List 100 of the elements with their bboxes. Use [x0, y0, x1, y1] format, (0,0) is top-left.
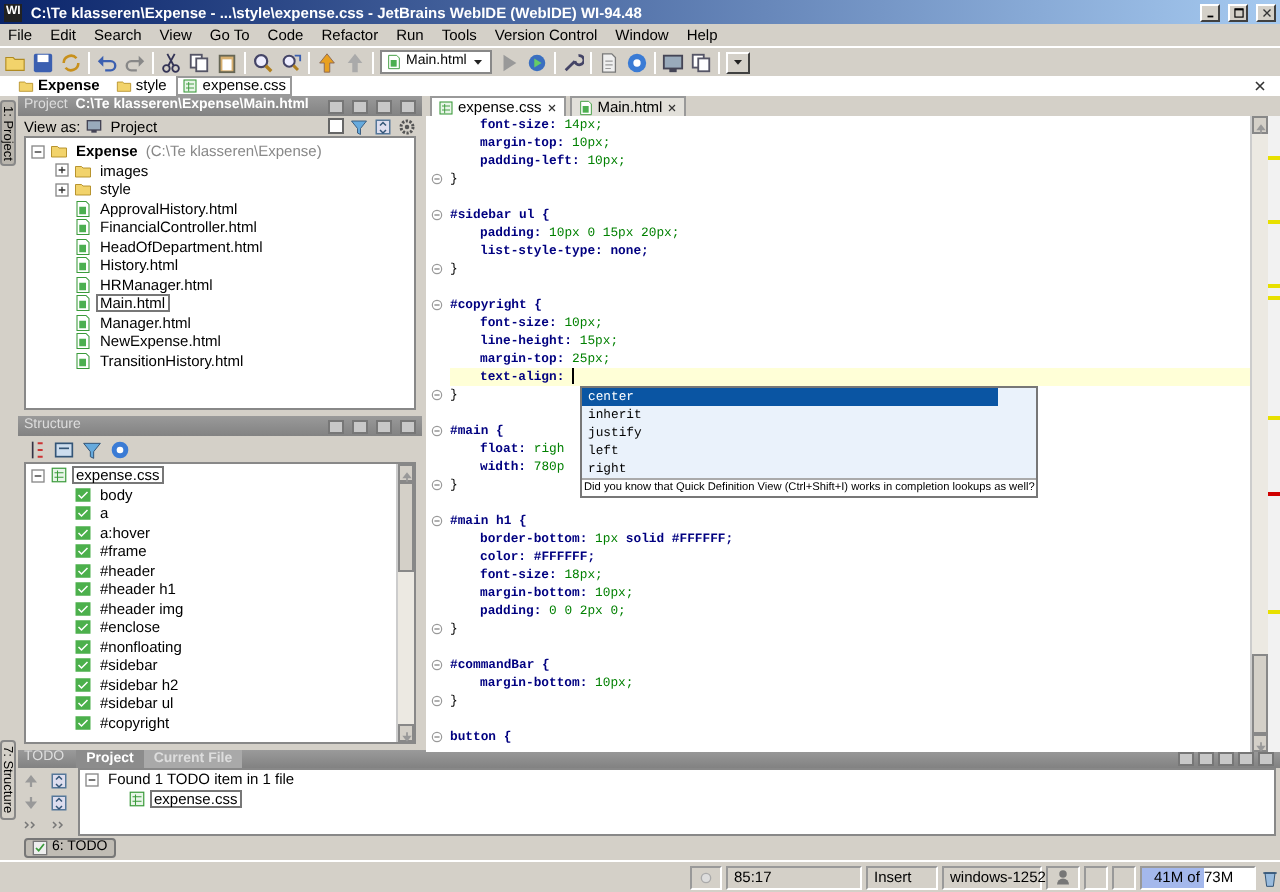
document-icon[interactable] — [598, 51, 621, 73]
scrollbar[interactable] — [396, 464, 414, 742]
save-icon[interactable] — [32, 51, 54, 73]
fold-marker-icon[interactable] — [430, 478, 444, 492]
html-file-icon — [74, 351, 92, 370]
help-icon[interactable] — [626, 51, 649, 73]
up-arrow-icon[interactable] — [344, 51, 366, 73]
close-icon[interactable] — [545, 101, 558, 113]
maximize-button[interactable] — [1228, 3, 1248, 21]
collapse-icon[interactable] — [84, 771, 100, 788]
html-file-icon — [74, 256, 92, 275]
scroll-up-button[interactable] — [1252, 116, 1268, 134]
scroll-up-button[interactable] — [398, 464, 414, 482]
css-rule-icon — [74, 504, 92, 523]
circle-icon — [698, 869, 714, 885]
css-rule-icon — [74, 637, 92, 656]
arrow-up-icon — [400, 469, 414, 484]
scroll-down-button[interactable] — [398, 724, 414, 742]
fold-marker-icon[interactable] — [430, 694, 444, 708]
search-icon[interactable] — [252, 51, 274, 73]
expand-all-icon[interactable] — [50, 772, 68, 790]
css-rule-icon — [74, 656, 92, 675]
trash-icon[interactable] — [1260, 867, 1280, 887]
arrow-up-icon — [1254, 121, 1268, 136]
scroll-thumb[interactable] — [1252, 654, 1268, 734]
monitor-icon[interactable] — [662, 51, 685, 73]
fold-marker-icon[interactable] — [430, 424, 444, 438]
html-file-icon — [74, 313, 92, 332]
minimize-button[interactable] — [1200, 3, 1220, 21]
css-file-icon — [50, 466, 68, 485]
css-rule-icon — [74, 485, 92, 504]
html-file-icon — [74, 218, 92, 237]
copy-icon[interactable] — [690, 51, 713, 73]
fields-icon[interactable] — [54, 439, 74, 459]
css-rule-icon — [74, 542, 92, 561]
collapse-all-icon[interactable] — [374, 117, 392, 135]
fold-marker-icon[interactable] — [430, 622, 444, 636]
html-file-icon — [74, 199, 92, 218]
redo-icon[interactable] — [124, 51, 146, 73]
css-rule-icon — [74, 694, 92, 713]
css-rule-icon — [74, 580, 92, 599]
css-rule-icon — [74, 675, 92, 694]
paste-icon[interactable] — [216, 51, 238, 73]
fold-marker-icon[interactable] — [430, 172, 444, 186]
settings-icon[interactable] — [398, 117, 416, 135]
undo-icon[interactable] — [96, 51, 118, 73]
collapse-all-icon[interactable] — [50, 794, 68, 812]
fold-marker-icon[interactable] — [430, 298, 444, 312]
caret-icon — [470, 54, 487, 70]
debug-icon[interactable] — [526, 51, 549, 73]
sort-icon[interactable] — [26, 439, 46, 459]
status-cell — [1112, 865, 1136, 889]
checklist-icon — [32, 840, 48, 856]
css-file-icon — [128, 789, 146, 808]
up-arrow-icon[interactable] — [316, 51, 338, 73]
css-file-icon — [182, 78, 199, 94]
help-icon[interactable] — [110, 439, 130, 459]
close-icon[interactable] — [1252, 78, 1268, 94]
fold-marker-icon[interactable] — [430, 658, 444, 672]
arrow-down-icon — [1254, 739, 1268, 754]
more-icon[interactable] — [22, 816, 40, 834]
more-icon[interactable] — [50, 816, 68, 834]
scroll-thumb[interactable] — [398, 482, 414, 572]
css-rule-icon — [74, 599, 92, 618]
wrench-icon[interactable] — [562, 51, 585, 73]
person-icon — [1054, 868, 1072, 886]
close-icon — [1259, 5, 1273, 19]
html-file-icon — [74, 275, 92, 294]
fold-marker-icon[interactable] — [430, 208, 444, 222]
fold-marker-icon[interactable] — [430, 262, 444, 276]
css-rule-icon — [74, 523, 92, 542]
text-caret — [572, 368, 575, 385]
status-cell — [1084, 865, 1108, 889]
scroll-down-button[interactable] — [1252, 734, 1268, 752]
copy-icon[interactable] — [188, 51, 210, 73]
scrollbar[interactable] — [1250, 116, 1268, 752]
expand-icon[interactable] — [54, 162, 70, 179]
css-rule-icon — [74, 713, 92, 732]
arrow-up-icon[interactable] — [22, 772, 40, 790]
fold-marker-icon[interactable] — [430, 388, 444, 402]
arrow-down-icon — [400, 729, 414, 744]
collapse-icon[interactable] — [30, 143, 46, 160]
css-file-icon — [438, 99, 454, 115]
css-rule-icon — [74, 618, 92, 637]
arrow-down-icon[interactable] — [22, 794, 40, 812]
html-file-icon — [74, 332, 92, 351]
html-file-icon — [386, 54, 402, 70]
maximize-icon — [1231, 5, 1245, 19]
cut-icon[interactable] — [160, 51, 182, 73]
expand-icon[interactable] — [54, 181, 70, 198]
fold-marker-icon[interactable] — [430, 514, 444, 528]
caret-icon — [730, 54, 747, 70]
close-button[interactable] — [1256, 3, 1276, 21]
replace-icon[interactable] — [280, 51, 302, 73]
collapse-icon[interactable] — [30, 467, 46, 484]
close-icon[interactable] — [666, 101, 679, 113]
html-file-icon — [74, 294, 92, 313]
css-rule-icon — [74, 561, 92, 580]
fold-marker-icon[interactable] — [430, 730, 444, 744]
html-file-icon — [74, 237, 92, 256]
